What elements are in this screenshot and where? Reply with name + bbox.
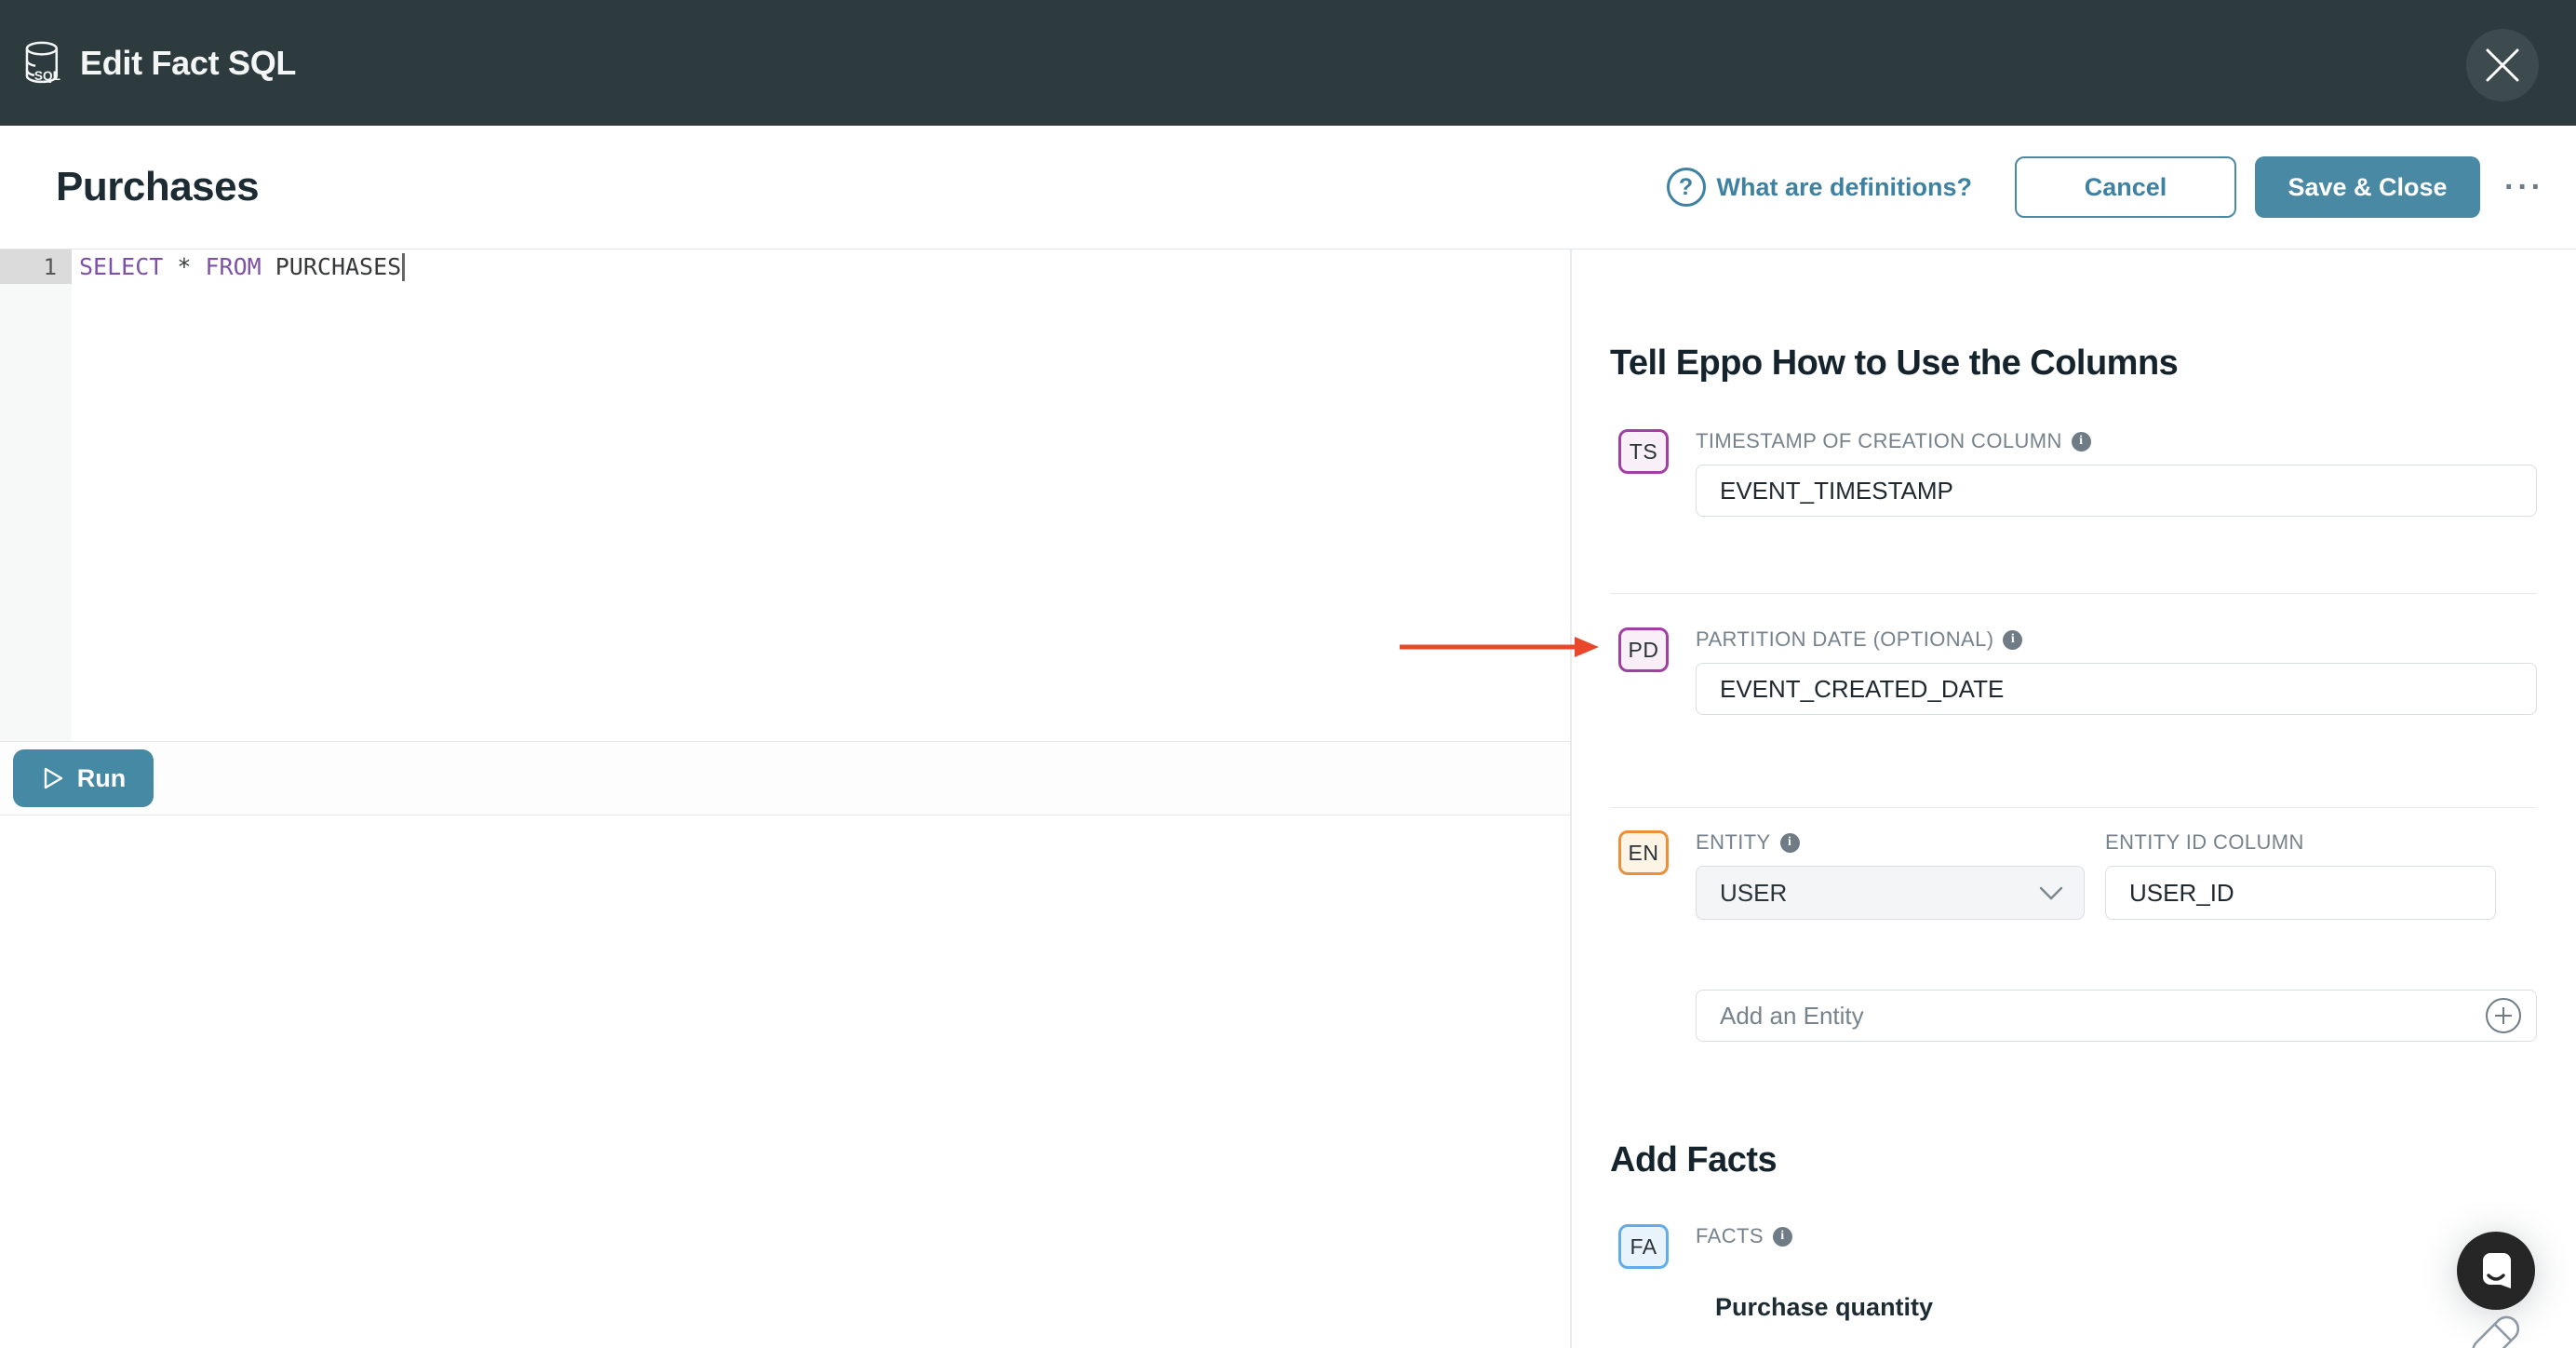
- entity-label-row: ENTITY i: [1696, 830, 2085, 855]
- line-number: 1: [0, 249, 72, 284]
- timestamp-label-row: TIMESTAMP OF CREATION COLUMN i: [1696, 429, 2537, 453]
- chat-launcher-button[interactable]: [2457, 1232, 2535, 1310]
- toolbar-actions: ? What are definitions? Cancel Save & Cl…: [1667, 126, 2544, 249]
- run-label: Run: [77, 764, 126, 793]
- text-cursor: [402, 253, 405, 281]
- sql-code-editor[interactable]: 1 SELECT * FROM PURCHASES: [0, 249, 1570, 742]
- main-content: 1 SELECT * FROM PURCHASES Run Tell Eppo …: [0, 249, 2576, 1348]
- edit-fact-sql-modal: SQL Edit Fact SQL Purchases ? What are d…: [0, 0, 2576, 1348]
- entity-field-row: EN ENTITY i USER: [1610, 830, 2537, 1042]
- toolbar: Purchases ? What are definitions? Cancel…: [0, 126, 2576, 249]
- play-icon: [41, 766, 65, 790]
- partition-field-body: PARTITION DATE (OPTIONAL) i: [1696, 627, 2537, 715]
- sql-database-icon: SQL: [20, 40, 65, 87]
- fact-item-name: Purchase quantity: [1715, 1293, 2537, 1322]
- more-options-icon[interactable]: ···: [2504, 171, 2544, 203]
- add-entity-label: Add an Entity: [1720, 1002, 1864, 1031]
- run-button[interactable]: Run: [13, 749, 154, 807]
- what-are-definitions-link[interactable]: ? What are definitions?: [1667, 168, 1973, 207]
- columns-config-panel: Tell Eppo How to Use the Columns TS TIME…: [1572, 249, 2576, 1348]
- plus-circle-icon: [2484, 996, 2523, 1035]
- svg-text:SQL: SQL: [34, 69, 60, 83]
- entity-columns: ENTITY i USER: [1696, 830, 2537, 920]
- entity-badge-cell: EN: [1610, 830, 1696, 1042]
- facts-label: FACTS: [1696, 1224, 1764, 1248]
- close-button[interactable]: [2466, 29, 2539, 101]
- fa-badge: FA: [1618, 1224, 1669, 1269]
- chevron-down-icon: [2039, 886, 2063, 900]
- section-divider: [1610, 593, 2537, 594]
- sql-editor-pane: 1 SELECT * FROM PURCHASES Run: [0, 249, 1572, 1348]
- facts-field-body: FACTS i Purchase quantity: [1696, 1224, 2537, 1322]
- code-body[interactable]: SELECT * FROM PURCHASES: [72, 249, 1570, 741]
- question-mark-icon: ?: [1667, 168, 1706, 207]
- sql-keyword-from: FROM: [205, 253, 261, 280]
- sql-table-name: PURCHASES: [262, 253, 402, 280]
- partition-badge-cell: PD: [1610, 627, 1696, 715]
- info-icon[interactable]: i: [1773, 1227, 1792, 1247]
- section-divider: [1610, 807, 2537, 808]
- ts-badge: TS: [1618, 429, 1669, 474]
- entity-select[interactable]: USER: [1696, 866, 2085, 920]
- facts-label-row: FACTS i: [1696, 1224, 2537, 1248]
- modal-header: SQL Edit Fact SQL: [0, 0, 2576, 126]
- partition-label-row: PARTITION DATE (OPTIONAL) i: [1696, 627, 2537, 652]
- add-entity-button[interactable]: Add an Entity: [1696, 990, 2537, 1042]
- chat-bubble-icon: [2475, 1249, 2516, 1292]
- info-icon[interactable]: i: [1780, 833, 1800, 853]
- en-badge: EN: [1618, 830, 1669, 875]
- cancel-button[interactable]: Cancel: [2015, 156, 2236, 218]
- sql-keyword-select: SELECT: [79, 253, 163, 280]
- info-icon[interactable]: i: [2072, 432, 2091, 452]
- edit-pencil-icon[interactable]: [2453, 1311, 2539, 1348]
- pd-badge: PD: [1618, 627, 1669, 672]
- partition-label: PARTITION DATE (OPTIONAL): [1696, 627, 1993, 652]
- add-facts-heading: Add Facts: [1610, 1139, 2537, 1181]
- editor-gutter: 1: [0, 249, 72, 741]
- facts-badge-cell: FA: [1610, 1224, 1696, 1322]
- modal-title: Edit Fact SQL: [80, 44, 296, 83]
- partition-field-row: PD PARTITION DATE (OPTIONAL) i: [1610, 627, 2537, 715]
- entity-id-input[interactable]: [2105, 866, 2496, 920]
- timestamp-label: TIMESTAMP OF CREATION COLUMN: [1696, 429, 2062, 453]
- page-title: Purchases: [56, 164, 259, 210]
- timestamp-field-body: TIMESTAMP OF CREATION COLUMN i: [1696, 429, 2537, 517]
- entity-id-label-row: ENTITY ID COLUMN: [2105, 830, 2496, 855]
- timestamp-field-row: TS TIMESTAMP OF CREATION COLUMN i: [1610, 429, 2537, 517]
- sql-line-1[interactable]: SELECT * FROM PURCHASES: [72, 249, 1570, 284]
- timestamp-badge-cell: TS: [1610, 429, 1696, 517]
- entity-label: ENTITY: [1696, 830, 1771, 855]
- sql-star: *: [163, 253, 205, 280]
- entity-id-label: ENTITY ID COLUMN: [2105, 830, 2304, 855]
- info-icon[interactable]: i: [2003, 630, 2022, 650]
- save-and-close-button[interactable]: Save & Close: [2255, 156, 2480, 218]
- facts-field-row: FA FACTS i Purchase quantity: [1610, 1224, 2537, 1322]
- timestamp-column-input[interactable]: [1696, 465, 2537, 517]
- entity-field-body: ENTITY i USER: [1696, 830, 2537, 1042]
- close-icon: [2484, 47, 2521, 84]
- partition-date-input[interactable]: [1696, 663, 2537, 715]
- entity-id-column: ENTITY ID COLUMN: [2105, 830, 2496, 920]
- help-link-label: What are definitions?: [1717, 173, 1973, 202]
- entity-select-column: ENTITY i USER: [1696, 830, 2085, 920]
- annotation-arrow: [1398, 633, 1601, 661]
- run-row: Run: [0, 742, 1570, 816]
- entity-selected-value: USER: [1720, 879, 1787, 908]
- panel-heading: Tell Eppo How to Use the Columns: [1610, 342, 2537, 384]
